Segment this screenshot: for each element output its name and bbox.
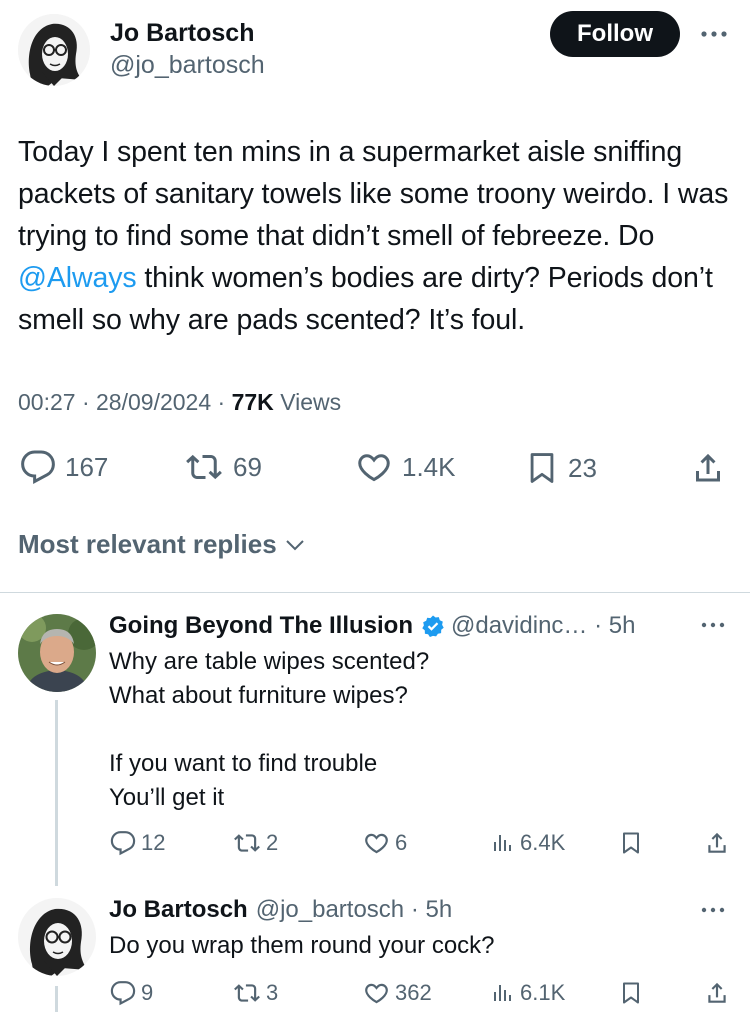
follow-button[interactable]: Follow <box>550 11 680 57</box>
reply-button[interactable]: 167 <box>20 449 108 485</box>
separator-dot: · <box>587 612 609 639</box>
reply-line-blank <box>109 713 709 747</box>
reply-button[interactable]: 12 <box>110 830 165 856</box>
thread-line <box>55 986 58 1012</box>
repost-count: 2 <box>266 830 279 855</box>
separator-dot: · <box>404 896 426 923</box>
reply-count: 12 <box>141 830 166 855</box>
share-button[interactable] <box>704 829 730 857</box>
share-icon <box>696 453 720 482</box>
bookmark-button[interactable] <box>619 979 643 1007</box>
reply-avatar[interactable] <box>18 614 96 692</box>
reply-count: 167 <box>65 451 109 482</box>
share-button[interactable] <box>704 979 730 1007</box>
repost-count: 3 <box>266 980 279 1005</box>
like-icon <box>365 833 388 854</box>
replies-sort-dropdown[interactable]: Most relevant replies <box>18 529 307 560</box>
reply-header: Going Beyond The Illusion @davidinc… · 5… <box>109 612 635 640</box>
reply-time[interactable]: 5h <box>609 612 636 640</box>
views-icon <box>494 835 511 851</box>
repost-icon <box>234 984 260 1002</box>
like-button[interactable]: 362 <box>363 980 432 1006</box>
repost-count: 69 <box>233 451 262 482</box>
reply-line: Why are table wipes scented? <box>109 648 430 675</box>
bookmark-button[interactable]: 23 <box>525 449 597 487</box>
bookmark-icon <box>530 453 554 483</box>
reply-author-name[interactable]: Jo Bartosch <box>109 896 248 924</box>
reply-avatar[interactable] <box>18 898 96 976</box>
reply-time[interactable]: 5h <box>425 896 452 924</box>
reply-icon <box>110 831 136 856</box>
author-avatar[interactable] <box>18 14 90 86</box>
like-button[interactable]: 1.4K <box>355 449 456 485</box>
chevron-down-icon <box>285 539 304 550</box>
more-icon[interactable] <box>696 900 730 920</box>
tweet-date[interactable]: 28/09/2024 <box>96 389 211 415</box>
share-icon <box>708 832 726 853</box>
repost-button[interactable]: 2 <box>233 830 278 856</box>
bookmark-count: 23 <box>568 452 597 483</box>
bookmark-icon <box>623 982 639 1004</box>
repost-button[interactable]: 3 <box>233 980 278 1006</box>
reply-author-handle[interactable]: @jo_bartosch <box>256 896 404 924</box>
replies-sort-label: Most relevant replies <box>18 529 277 559</box>
repost-icon <box>234 834 260 852</box>
bookmark-button[interactable] <box>619 829 643 857</box>
views-count: 6.1K <box>520 980 566 1005</box>
more-icon[interactable] <box>696 615 730 635</box>
repost-icon <box>186 454 222 480</box>
mention-link[interactable]: @Always <box>18 262 137 294</box>
thread-line <box>55 700 58 886</box>
reply-header: Jo Bartosch @jo_bartosch · 5h <box>109 896 452 924</box>
reply-icon <box>21 450 55 484</box>
views-icon <box>494 985 511 1001</box>
reply-count: 9 <box>141 980 154 1005</box>
views-count: 77K <box>231 389 274 415</box>
verified-badge-icon <box>422 615 444 637</box>
like-count: 6 <box>395 830 408 855</box>
like-count: 1.4K <box>402 451 456 482</box>
divider <box>0 592 750 593</box>
tweet-text-part: Today I spent ten mins in a supermarket … <box>18 136 729 252</box>
reply-icon <box>110 981 136 1006</box>
reply-line: Do you wrap them round your cock? <box>109 932 495 959</box>
reply-button[interactable]: 9 <box>110 980 153 1006</box>
author-handle[interactable]: @jo_bartosch <box>110 51 265 80</box>
reply-author-handle[interactable]: @davidinc… <box>451 612 587 640</box>
like-icon <box>358 454 390 482</box>
reply-line: If you want to find trouble <box>109 750 378 777</box>
like-count: 362 <box>395 980 432 1005</box>
like-button[interactable]: 6 <box>363 830 407 856</box>
bookmark-icon <box>623 832 639 854</box>
author-name[interactable]: Jo Bartosch <box>110 19 254 48</box>
reply-line: What about furniture wipes? <box>109 682 408 709</box>
views-button[interactable]: 6.1K <box>491 980 565 1006</box>
tweet-text: Today I spent ten mins in a supermarket … <box>18 131 738 341</box>
repost-button[interactable]: 69 <box>184 449 262 485</box>
reply-author-name[interactable]: Going Beyond The Illusion <box>109 612 413 640</box>
reply-text: Do you wrap them round your cock? <box>109 929 709 963</box>
share-icon <box>708 982 726 1003</box>
views-count: 6.4K <box>520 830 566 855</box>
tweet-meta: 00:27 · 28/09/2024 · 77K Views <box>18 389 342 415</box>
tweet-time[interactable]: 00:27 <box>18 389 76 415</box>
views-button[interactable]: 6.4K <box>491 830 565 856</box>
views-label: Views <box>280 389 342 415</box>
more-icon[interactable] <box>696 22 732 46</box>
reply-line: You’ll get it <box>109 784 225 811</box>
share-button[interactable] <box>690 449 735 487</box>
like-icon <box>365 983 388 1004</box>
reply-text: Why are table wipes scented? What about … <box>109 645 709 815</box>
